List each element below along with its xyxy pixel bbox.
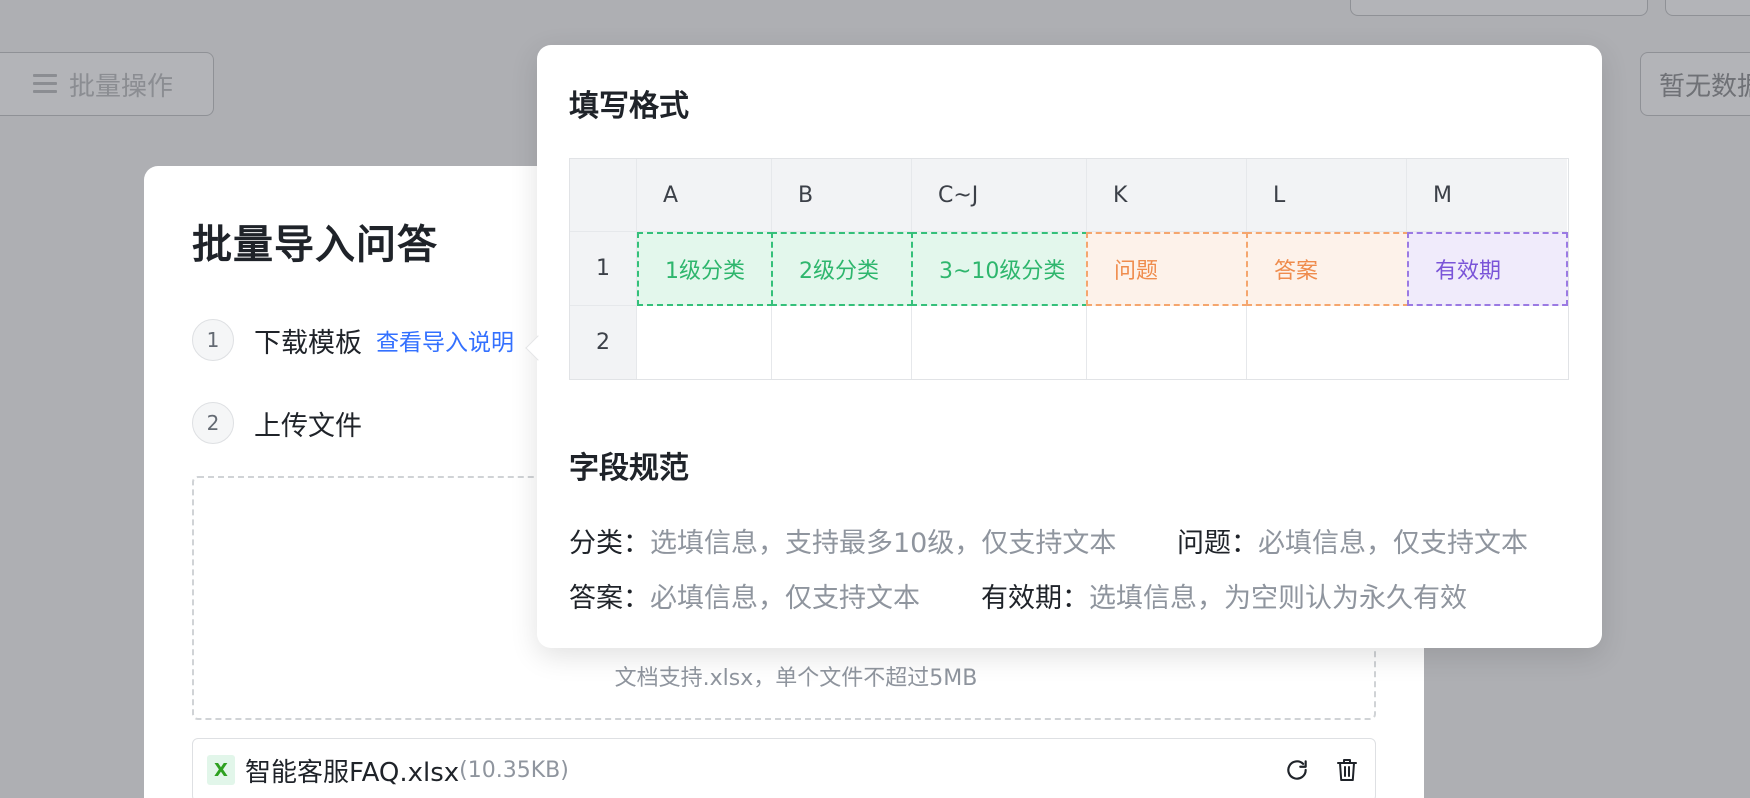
reupload-icon[interactable] <box>1283 756 1311 784</box>
rule-key: 有效期： <box>981 583 1089 614</box>
rule-question: 问题：必填信息，仅支持文本 <box>1177 521 1528 560</box>
file-name: 智能客服FAQ.xlsx <box>245 757 460 788</box>
step-upload-file: 2 上传文件 <box>192 402 362 444</box>
background-top-box <box>1665 0 1750 16</box>
file-actions <box>1283 756 1361 784</box>
import-format-popover: 填写格式 A B C~J K L M 1 1级分类 2级分类 3~10级分类 问… <box>525 45 1602 648</box>
rule-answer: 答案：必填信息，仅支持文本 <box>569 576 920 615</box>
file-size: (10.35KB) <box>459 757 569 783</box>
table-cell: 2级分类 <box>771 232 913 306</box>
step-number: 1 <box>192 319 234 361</box>
table-cell: 3~10级分类 <box>911 232 1088 306</box>
rule-key: 问题： <box>1177 528 1258 559</box>
column-header: M <box>1407 159 1567 232</box>
rule-value: 必填信息，仅支持文本 <box>650 583 920 614</box>
column-header: B <box>772 159 912 232</box>
table-cell <box>1247 306 1567 379</box>
table-corner-cell <box>570 159 637 232</box>
table-cell: 问题 <box>1086 232 1248 306</box>
rule-value: 必填信息，仅支持文本 <box>1258 528 1528 559</box>
column-header: C~J <box>912 159 1087 232</box>
table-cell: 答案 <box>1246 232 1409 306</box>
row-number: 2 <box>570 306 637 379</box>
table-cell <box>1087 306 1247 379</box>
row-number: 1 <box>570 232 637 306</box>
format-title: 填写格式 <box>569 89 689 124</box>
excel-file-icon: X <box>207 755 235 785</box>
step-label: 上传文件 <box>254 410 362 442</box>
format-table: A B C~J K L M 1 1级分类 2级分类 3~10级分类 问题 答案 … <box>569 158 1569 380</box>
batch-operation-button[interactable]: 批量操作 <box>0 52 214 116</box>
field-rules-title: 字段规范 <box>569 451 689 486</box>
rule-value: 选填信息，为空则认为永久有效 <box>1089 583 1467 614</box>
table-cell <box>637 306 772 379</box>
rule-key: 答案： <box>569 583 650 614</box>
column-header: L <box>1247 159 1407 232</box>
view-import-instructions-link[interactable]: 查看导入说明 <box>376 323 514 357</box>
dialog-title: 批量导入问答 <box>192 222 438 268</box>
table-cell <box>912 306 1087 379</box>
column-header: K <box>1087 159 1247 232</box>
column-header: A <box>637 159 772 232</box>
delete-icon[interactable] <box>1333 756 1361 784</box>
list-icon <box>33 73 57 95</box>
uploaded-file-item: X 智能客服FAQ.xlsx (10.35KB) <box>192 738 1376 798</box>
step-number: 2 <box>192 402 234 444</box>
step-label: 下载模板 <box>254 327 362 359</box>
batch-operation-label: 批量操作 <box>69 71 174 102</box>
table-cell <box>772 306 912 379</box>
no-data-select[interactable]: 暂无数据 <box>1640 52 1750 116</box>
rule-value: 选填信息，支持最多10级，仅支持文本 <box>650 528 1117 559</box>
table-cell: 1级分类 <box>637 232 773 306</box>
upload-hint: 文档支持.xlsx，单个文件不超过5MB <box>614 666 978 691</box>
rule-expiry: 有效期：选填信息，为空则认为永久有效 <box>981 576 1467 615</box>
background-top-box <box>1350 0 1648 16</box>
table-cell: 有效期 <box>1407 232 1568 306</box>
rule-key: 分类： <box>569 528 650 559</box>
step-download-template: 1 下载模板 查看导入说明 <box>192 319 514 361</box>
rule-category: 分类：选填信息，支持最多10级，仅支持文本 <box>569 521 1116 560</box>
